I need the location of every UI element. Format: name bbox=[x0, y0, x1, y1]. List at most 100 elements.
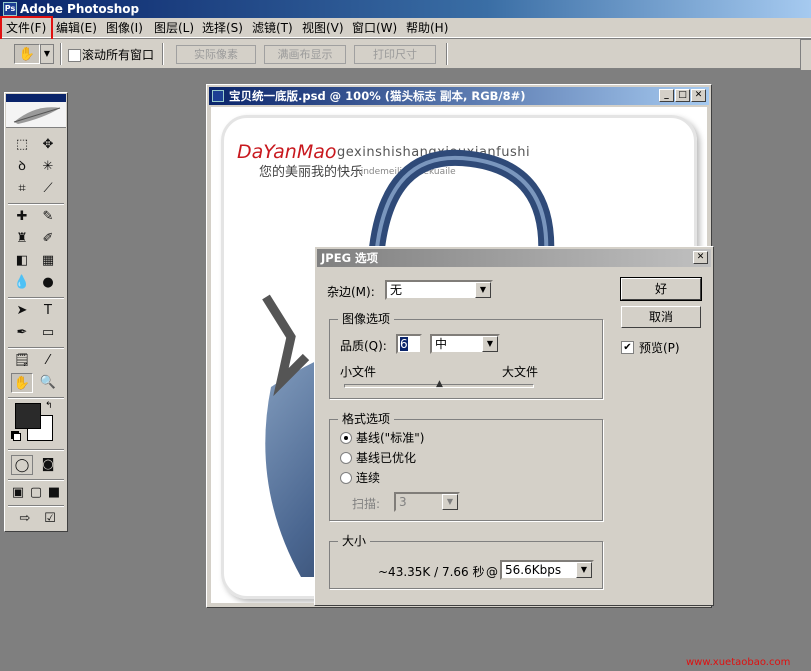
default-colors-icon[interactable] bbox=[13, 433, 21, 441]
standard-mode-icon[interactable]: ◯ bbox=[11, 455, 33, 475]
quality-slider-thumb[interactable]: ▲ bbox=[435, 380, 444, 389]
magic-wand-icon[interactable]: ✳ bbox=[37, 157, 59, 177]
highlight-box bbox=[0, 16, 53, 41]
separator bbox=[8, 449, 64, 451]
menu-edit[interactable]: 编辑(E) bbox=[56, 20, 97, 36]
actual-pixels-button[interactable]: 实际像素 bbox=[176, 45, 256, 64]
slice-tool-icon[interactable]: ⟋ bbox=[37, 179, 59, 199]
menu-layer[interactable]: 图层(L) bbox=[154, 20, 194, 36]
scans-select[interactable]: 3 ▼ bbox=[394, 492, 460, 512]
separator bbox=[8, 397, 64, 399]
palette-well[interactable] bbox=[800, 40, 811, 70]
preview-checkbox[interactable]: ✔ bbox=[621, 341, 634, 354]
clone-stamp-icon[interactable]: ♜ bbox=[11, 229, 33, 249]
dodge-tool-icon[interactable]: ● bbox=[37, 273, 59, 293]
matte-label: 杂边(M): bbox=[327, 285, 375, 299]
format-options-title: 格式选项 bbox=[338, 412, 395, 426]
quality-input[interactable]: 6 bbox=[396, 334, 422, 354]
separator bbox=[8, 505, 64, 507]
separator bbox=[162, 43, 164, 65]
quality-level-select[interactable]: 中 ▼ bbox=[430, 334, 500, 354]
chevron-down-icon[interactable]: ▼ bbox=[475, 282, 491, 298]
image-options-group: 图像选项 品质(Q): 6 中 ▼ 小文件 大文件 ▲ bbox=[329, 312, 603, 399]
foreground-color-swatch[interactable] bbox=[15, 403, 41, 429]
matte-value: 无 bbox=[390, 283, 403, 297]
fit-on-screen-button[interactable]: 满画布显示 bbox=[264, 45, 346, 64]
menu-bar: 文件(F) 编辑(E) 图像(I) 图层(L) 选择(S) 滤镜(T) 视图(V… bbox=[0, 18, 811, 38]
shape-tool-icon[interactable]: ▭ bbox=[37, 323, 59, 343]
zoom-tool-icon[interactable]: 🔍 bbox=[37, 373, 59, 393]
move-tool-icon[interactable]: ✥ bbox=[37, 135, 59, 155]
quality-value: 6 bbox=[400, 337, 408, 351]
menu-image[interactable]: 图像(I) bbox=[106, 20, 143, 36]
menu-help[interactable]: 帮助(H) bbox=[406, 20, 448, 36]
crop-tool-icon[interactable]: ⌗ bbox=[11, 179, 33, 199]
baseline-standard-label: 基线("标准") bbox=[356, 431, 425, 445]
photoshop-icon: Ps bbox=[3, 2, 17, 16]
notes-tool-icon[interactable]: 🗒 bbox=[11, 351, 33, 371]
toolbox-title-bar[interactable] bbox=[6, 94, 66, 102]
separator bbox=[8, 479, 64, 481]
progressive-radio[interactable] bbox=[340, 472, 352, 484]
lasso-tool-icon[interactable]: ꝺ bbox=[11, 157, 33, 177]
preview-label: 预览(P) bbox=[639, 341, 680, 355]
document-title: 宝贝统一底版.psd @ 100% (猫头标志 副本, RGB/8#) bbox=[229, 89, 526, 103]
large-file-label: 大文件 bbox=[502, 365, 539, 379]
baseline-optimized-label: 基线已优化 bbox=[356, 451, 417, 465]
chevron-down-icon[interactable]: ▼ bbox=[482, 336, 498, 352]
minimize-icon[interactable]: _ bbox=[659, 89, 674, 102]
eyedropper-icon[interactable]: ⁄ bbox=[37, 351, 59, 371]
hand-tool-icon[interactable]: ✋ bbox=[11, 373, 33, 393]
document-title-bar[interactable]: 宝贝统一底版.psd @ 100% (猫头标志 副本, RGB/8#) _ □ … bbox=[209, 87, 709, 105]
history-brush-icon[interactable]: ✐ bbox=[37, 229, 59, 249]
size-group: 大小 ~43.35K / 7.66 秒 @ 56.6Kbps ▼ bbox=[329, 534, 603, 589]
menu-select[interactable]: 选择(S) bbox=[202, 20, 243, 36]
check-icon[interactable]: ☑ bbox=[39, 509, 61, 529]
gradient-tool-icon[interactable]: ▦ bbox=[37, 251, 59, 271]
screen-mode-menubar-icon[interactable]: ▢ bbox=[27, 483, 45, 503]
scans-value: 3 bbox=[399, 495, 407, 509]
separator bbox=[8, 297, 64, 299]
small-file-label: 小文件 bbox=[340, 365, 377, 379]
marquee-tool-icon[interactable]: ⬚ bbox=[11, 135, 33, 155]
menu-window[interactable]: 窗口(W) bbox=[352, 20, 397, 36]
eraser-tool-icon[interactable]: ◧ bbox=[11, 251, 33, 271]
maximize-icon[interactable]: □ bbox=[675, 89, 690, 102]
brush-tool-icon[interactable]: ✎ bbox=[37, 207, 59, 227]
connection-speed-select[interactable]: 56.6Kbps ▼ bbox=[500, 560, 594, 580]
format-options-group: 格式选项 基线("标准") 基线已优化 连续 扫描: 3 ▼ bbox=[329, 412, 603, 521]
type-tool-icon[interactable]: T bbox=[37, 301, 59, 321]
size-estimate: ~43.35K / 7.66 秒 bbox=[378, 565, 485, 579]
blur-tool-icon[interactable]: 💧 bbox=[11, 273, 33, 293]
hand-tool-preset-icon[interactable]: ✋ bbox=[14, 44, 40, 64]
jpeg-options-dialog: JPEG 选项 ✕ 杂边(M): 无 ▼ 图像选项 品质(Q): 6 中 ▼ 小… bbox=[314, 246, 714, 606]
dialog-title-bar[interactable]: JPEG 选项 ✕ bbox=[317, 249, 711, 267]
chevron-down-icon[interactable]: ▼ bbox=[442, 494, 458, 510]
scroll-all-windows-label: 滚动所有窗口 bbox=[82, 48, 155, 62]
pen-tool-icon[interactable]: ✒ bbox=[11, 323, 33, 343]
dialog-close-icon[interactable]: ✕ bbox=[693, 251, 708, 264]
baseline-optimized-radio[interactable] bbox=[340, 452, 352, 464]
feather-logo-icon[interactable] bbox=[6, 102, 66, 128]
healing-brush-icon[interactable]: ✚ bbox=[11, 207, 33, 227]
close-icon[interactable]: ✕ bbox=[691, 89, 706, 102]
chevron-down-icon[interactable]: ▼ bbox=[576, 562, 592, 578]
screen-mode-full-icon[interactable]: ■ bbox=[45, 483, 63, 503]
jump-to-imageready-icon[interactable]: ⇨ bbox=[13, 509, 37, 529]
swap-colors-icon[interactable]: ↰ bbox=[45, 401, 53, 411]
path-selection-icon[interactable]: ➤ bbox=[11, 301, 33, 321]
quick-mask-icon[interactable]: ◙ bbox=[37, 455, 59, 475]
progressive-label: 连续 bbox=[356, 471, 381, 485]
tool-preset-dropdown[interactable]: ▼ bbox=[40, 44, 54, 64]
toolbox: ⬚ ✥ ꝺ ✳ ⌗ ⟋ ✚ ✎ ♜ ✐ ◧ ▦ 💧 ● ➤ T ✒ ▭ 🗒 ⁄ … bbox=[4, 92, 68, 532]
separator bbox=[8, 203, 64, 205]
scroll-all-windows-checkbox[interactable] bbox=[68, 49, 81, 62]
screen-mode-standard-icon[interactable]: ▣ bbox=[9, 483, 27, 503]
baseline-standard-radio[interactable] bbox=[340, 432, 352, 444]
matte-select[interactable]: 无 ▼ bbox=[385, 280, 493, 300]
ok-button[interactable]: 好 bbox=[620, 277, 702, 301]
cancel-button[interactable]: 取消 bbox=[621, 306, 701, 328]
print-size-button[interactable]: 打印尺寸 bbox=[354, 45, 436, 64]
menu-filter[interactable]: 滤镜(T) bbox=[252, 20, 293, 36]
menu-view[interactable]: 视图(V) bbox=[302, 20, 344, 36]
